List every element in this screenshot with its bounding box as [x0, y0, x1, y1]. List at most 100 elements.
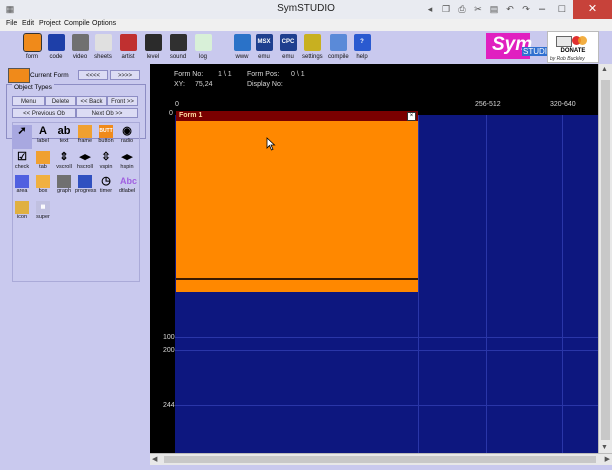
toolbar-video-button[interactable]: video [70, 34, 90, 60]
object-type-area[interactable]: area [12, 175, 32, 194]
object-type-vspin[interactable]: ⇳ vspin [96, 151, 116, 170]
scroll-right-icon[interactable]: ▶ [605, 455, 610, 463]
object-type-label: area [16, 188, 28, 194]
scroll-down-icon[interactable]: ▼ [601, 444, 608, 451]
close-button[interactable]: ✕ [573, 0, 612, 19]
object-type-timer[interactable]: ◷ timer [96, 175, 116, 194]
graph-icon [57, 175, 71, 188]
object-type-graph[interactable]: graph [54, 175, 74, 194]
hspin-icon: ◂▸ [121, 151, 133, 163]
maximize-button[interactable]: □ [552, 0, 572, 19]
object-type-super[interactable]: ▦ super [33, 201, 53, 220]
object-type-label: tab [39, 164, 47, 170]
previous-object-button[interactable]: << Previous Ob [12, 108, 76, 118]
back-icon[interactable]: ◂ [424, 3, 436, 15]
menu-options[interactable]: Options [92, 20, 116, 27]
horizontal-scrollbar[interactable]: ◀ ▶ [150, 453, 612, 465]
object-type-label: timer [99, 188, 113, 194]
grid-line [175, 405, 608, 406]
toolbar-level-button[interactable]: level [143, 34, 163, 60]
label-icon: A [39, 125, 47, 137]
display-no-label: Display No: [247, 81, 283, 88]
toolbar-code-button[interactable]: code [46, 34, 66, 60]
scroll-up-icon[interactable]: ▲ [601, 66, 608, 73]
object-type-dtlabel[interactable]: Abc dtlabel [117, 175, 137, 194]
object-type-label: radio [120, 138, 134, 144]
object-type-label: vspin [99, 164, 113, 170]
toolbar-help-button[interactable]: ? help [352, 34, 372, 60]
delete-button[interactable]: Delete [45, 96, 76, 106]
undo-icon[interactable]: ↶ [504, 3, 516, 15]
dtlabel-icon: Abc [120, 176, 138, 186]
object-type-text[interactable]: ab text [54, 125, 74, 144]
vertical-scrollbar[interactable]: ▲ ▼ [598, 64, 612, 453]
object-type-check[interactable]: ☑ check [12, 151, 32, 170]
object-type-vscroll[interactable]: ⇕ vscroll [54, 151, 74, 170]
object-type-tab[interactable]: tab [33, 151, 53, 170]
object-type-label[interactable]: Alabel [33, 125, 53, 144]
button-icon: BUTT [99, 125, 113, 138]
object-type-frame[interactable]: frame [75, 125, 95, 144]
object-type-progress[interactable]: progress [75, 175, 96, 194]
cut-icon[interactable]: ✂ [472, 3, 484, 15]
object-type-pointer[interactable]: ➚ [12, 125, 32, 149]
form-divider [176, 278, 418, 280]
object-type-icon[interactable]: icon [12, 201, 32, 220]
paste-icon[interactable]: ▤ [488, 3, 500, 15]
object-type-label: icon [16, 214, 28, 220]
copy-icon[interactable]: ❐ [440, 3, 452, 15]
scroll-left-icon[interactable]: ◀ [152, 455, 157, 463]
menu-edit[interactable]: Edit [22, 20, 34, 27]
form-title-bar[interactable]: Form 1 × [176, 111, 418, 121]
back-button[interactable]: << Back [76, 96, 107, 106]
toolbar-sheets-button[interactable]: sheets [93, 34, 113, 60]
menu-button[interactable]: Menu [12, 96, 45, 106]
object-type-box[interactable]: box [33, 175, 53, 194]
form-close-icon[interactable]: × [407, 112, 416, 121]
object-type-radio[interactable]: ◉ radio [117, 125, 137, 144]
object-type-label: graph [56, 188, 72, 194]
toolbar-settings-button[interactable]: settings [302, 34, 323, 60]
object-type-label: super [36, 214, 50, 220]
title-bar: ▦ SymSTUDIO ◂ ❐ ⎙ ✂ ▤ ↶ ↷ ‒ □ ✕ [0, 0, 612, 20]
ruler-top-320-640: 320-640 [550, 101, 576, 108]
front-button[interactable]: Front >> [107, 96, 138, 106]
vertical-scroll-thumb[interactable] [601, 80, 610, 440]
ruler-left-200: 200 [163, 347, 175, 354]
text-icon: ab [57, 125, 71, 137]
grid-line [486, 115, 487, 453]
www-icon [233, 34, 251, 51]
toolbar-sound-button[interactable]: sound [168, 34, 188, 60]
menu-project[interactable]: Project [39, 20, 61, 27]
minimize-button[interactable]: ‒ [532, 0, 552, 19]
form-no-label: Form No: [174, 71, 204, 78]
object-type-label: check [14, 164, 30, 170]
toolbar-form-button[interactable]: form [22, 33, 42, 60]
menu-file[interactable]: File [6, 20, 17, 27]
toolbar-artist-button[interactable]: artist [118, 34, 138, 60]
form-window[interactable]: Form 1 × [176, 111, 418, 292]
ruler-left-244: 244 [163, 402, 175, 409]
form-canvas[interactable]: Form No: 1 \ 1 Form Pos: 0 \ 1 XY: 75,24… [150, 64, 608, 453]
code-icon [47, 34, 65, 51]
toolbar-label: emu [282, 54, 294, 60]
box-icon [36, 175, 50, 188]
print-icon[interactable]: ⎙ [456, 3, 468, 15]
toolbar-label: www [235, 54, 249, 60]
horizontal-scroll-thumb[interactable] [164, 456, 596, 463]
toolbar-emu-button[interactable]: MSX emu [254, 34, 274, 60]
object-type-label: vscroll [56, 164, 72, 170]
object-type-button[interactable]: BUTT button [96, 125, 116, 144]
menu-compile[interactable]: Compile [64, 20, 90, 27]
toolbar-www-button[interactable]: www [232, 34, 252, 60]
cpc-emu-icon: CPC [279, 34, 297, 51]
object-type-hspin[interactable]: ◂▸ hspin [117, 151, 137, 170]
toolbar-emu-button[interactable]: CPC emu [278, 34, 298, 60]
prev-form-button[interactable]: <<<< [78, 70, 108, 80]
object-type-hscroll[interactable]: ◂▸ hscroll [75, 151, 95, 170]
redo-icon[interactable]: ↷ [520, 3, 532, 15]
toolbar-compile-button[interactable]: compile [328, 34, 349, 60]
toolbar-log-button[interactable]: log [193, 34, 213, 60]
next-form-button[interactable]: >>>> [110, 70, 140, 80]
next-object-button[interactable]: Next Ob >> [76, 108, 138, 118]
